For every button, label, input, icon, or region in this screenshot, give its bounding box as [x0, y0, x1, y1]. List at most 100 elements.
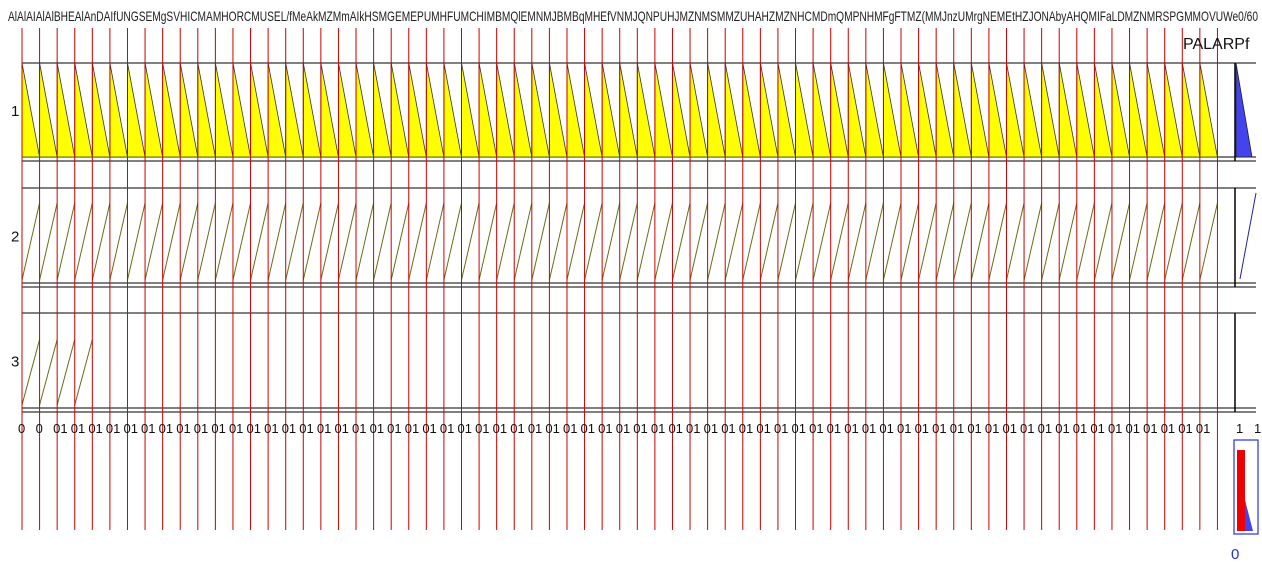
x-tick-label: 01: [1055, 421, 1069, 436]
side-panel: [1233, 439, 1259, 535]
row-2-ramp: [636, 202, 656, 281]
row-1-wedge: [900, 62, 920, 158]
row-2-ramp: [548, 202, 568, 281]
row-1-wedge: [302, 62, 322, 158]
row-2-ramp: [39, 202, 58, 281]
x-tick-label: 01: [1002, 421, 1016, 436]
row-2-ramp: [56, 202, 76, 281]
row-1-wedge: [707, 62, 726, 158]
x-tick-label: 01: [651, 421, 665, 436]
row-2-ramp: [777, 202, 797, 281]
row-2-ramp: [742, 202, 761, 281]
x-tick-label: 01: [915, 421, 929, 436]
row-1-accent-wedge: [1235, 62, 1253, 158]
row-1-wedge: [390, 62, 410, 158]
row-1-wedge: [1164, 62, 1183, 158]
row-2-ramp: [953, 202, 972, 281]
x-tick-label: 01: [633, 421, 647, 436]
row-1-wedge: [812, 62, 832, 158]
row-2-ramp: [162, 202, 181, 281]
x-tick-label: 01: [211, 421, 225, 436]
row-1-wedge: [1146, 62, 1166, 158]
row-2-ramp: [109, 202, 128, 281]
x-tick-label: 01: [334, 421, 348, 436]
x-tick-label: 01: [1196, 421, 1210, 436]
row-1-wedge: [1199, 62, 1218, 158]
x-tick-label: 01: [176, 421, 190, 436]
row-1-wedge: [1111, 62, 1131, 158]
x-tick-label: 01: [1178, 421, 1192, 436]
row-1-wedge: [285, 62, 304, 158]
row-1-wedge: [566, 62, 586, 158]
x-tick-label: 01: [967, 421, 981, 436]
side-indicator-bar: [1237, 450, 1245, 531]
row-2-ramp: [584, 202, 603, 281]
x-tick-label: 01: [844, 421, 858, 436]
x-tick-label: 01: [71, 421, 85, 436]
x-tick-label: 01: [1038, 421, 1052, 436]
x-tick-label: 01: [1073, 421, 1087, 436]
x-tick-label: 01: [1108, 421, 1122, 436]
row-1-wedge: [355, 62, 375, 158]
row-3-ramp: [74, 339, 93, 406]
row-1-wedge: [513, 62, 533, 158]
chart: AlAlAIAlAlBHEAlAnDAIfUNGSEMgSVHICMAMHORC…: [8, 8, 1261, 563]
row-1-wedge: [373, 62, 392, 158]
row-1-wedge: [267, 62, 287, 158]
row-1-wedge: [1129, 62, 1148, 158]
row-2-ramp: [1005, 202, 1025, 281]
row-label: 1: [11, 103, 19, 120]
row-label: 3: [11, 354, 19, 371]
x-tick-label: 01: [932, 421, 946, 436]
x-tick-label: 01: [475, 421, 489, 436]
row-3-ramp: [56, 339, 76, 406]
row-2-ramp: [285, 202, 304, 281]
row-2-ramp: [1199, 202, 1218, 281]
row-1-wedge: [847, 62, 867, 158]
x-tick-label: 01: [686, 421, 700, 436]
x-tick-label: 01: [809, 421, 823, 436]
x-tick-label: 01: [387, 421, 401, 436]
x-tick-label: 01: [422, 421, 436, 436]
x-tick-label: 01: [563, 421, 577, 436]
bottom-scale-label: 0: [1231, 546, 1239, 563]
x-tick-label: 01: [792, 421, 806, 436]
row-1-wedge: [1181, 62, 1201, 158]
row-1-wedge: [408, 62, 427, 158]
row-1-wedge: [689, 62, 709, 158]
row-2-ramp: [461, 202, 480, 281]
row-2-ramp: [1164, 202, 1183, 281]
row-2-ramp: [337, 202, 357, 281]
row-2-ramp: [478, 202, 498, 281]
row-2-ramp: [443, 202, 462, 281]
row-2-ramp: [1181, 202, 1201, 281]
row-1-wedge: [1041, 62, 1060, 158]
row-1-wedge: [1076, 62, 1095, 158]
x-tick-label: 01: [581, 421, 595, 436]
row-1-wedge: [144, 62, 164, 158]
x-tick-label-right: 1: [1254, 421, 1261, 436]
row-1-wedge: [478, 62, 498, 158]
side-label: PALARPf: [1183, 36, 1250, 53]
row-1-wedge: [56, 62, 76, 158]
row-1-wedge: [742, 62, 761, 158]
row-1-wedge: [830, 62, 849, 158]
row-1-wedge: [584, 62, 603, 158]
row-1-wedge: [988, 62, 1007, 158]
row-2-ramp: [531, 202, 550, 281]
x-tick-label: 01: [1020, 421, 1034, 436]
x-tick-label: 0: [36, 421, 43, 436]
row-2-ramp: [496, 202, 515, 281]
x-tick-label: 01: [616, 421, 630, 436]
row-1-wedge: [865, 62, 884, 158]
row-1-wedge: [425, 62, 445, 158]
x-tick-label: 01: [862, 421, 876, 436]
row-2-ramp: [425, 202, 445, 281]
x-tick-label: 01: [352, 421, 366, 436]
row-2-ramp: [847, 202, 867, 281]
row-2-ramp: [759, 202, 779, 281]
row-1-wedge: [636, 62, 656, 158]
chart-header-text: AlAlAIAlAlBHEAlAnDAIfUNGSEMgSVHICMAMHORC…: [8, 8, 1258, 24]
x-tick-label: 01: [458, 421, 472, 436]
x-tick-label: 01: [106, 421, 120, 436]
